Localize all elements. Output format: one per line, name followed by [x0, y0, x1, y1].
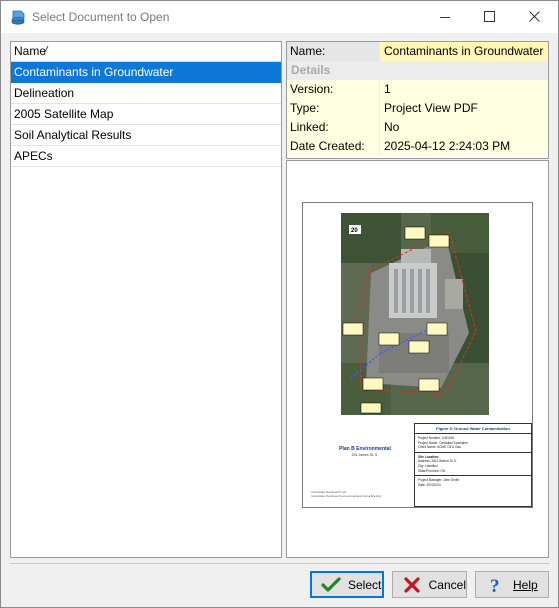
- aerial-map-image: 20: [341, 213, 489, 415]
- property-row-date-created[interactable]: Date Created: 2025-04-12 2:24:03 PM: [287, 137, 548, 156]
- cancel-button-label: Cancel: [428, 577, 466, 592]
- sort-indicator-icon: [43, 45, 49, 55]
- property-value: No: [384, 120, 400, 134]
- list-item[interactable]: APECs: [11, 146, 281, 167]
- select-button-label: Select: [348, 577, 382, 592]
- minimize-icon: [439, 16, 450, 18]
- help-button[interactable]: ? Help: [475, 571, 549, 598]
- property-value: 2025-04-12 2:24:03 PM: [384, 139, 511, 153]
- property-value: Project View PDF: [384, 101, 478, 115]
- app-icon: [10, 9, 26, 25]
- checkmark-icon: [320, 575, 342, 595]
- footer-divider: [10, 563, 549, 564]
- title-bar[interactable]: Select Document to Open: [1, 1, 558, 33]
- property-key: Type:: [287, 99, 380, 118]
- document-preview: 20 Plan B Environmental 201 James St, S.…: [286, 160, 549, 558]
- property-row-type[interactable]: Type: Project View PDF: [287, 99, 548, 118]
- maximize-icon: [484, 11, 495, 22]
- client-name: Client Name: ACME Oil & Gas: [418, 445, 461, 450]
- site-location-section: Site Location: Address: 2811 Barton St. …: [415, 453, 531, 477]
- close-icon: [529, 11, 540, 22]
- property-key: Version:: [287, 80, 380, 99]
- title-block: Figure 5: Ground Water Contamination Pro…: [414, 423, 532, 507]
- property-group-details[interactable]: Details: [287, 61, 548, 80]
- property-key: Linked:: [287, 118, 380, 137]
- help-button-label: Help: [513, 577, 538, 592]
- list-item[interactable]: Contaminants in Groundwater: [11, 62, 281, 83]
- select-document-dialog: Select Document to Open Name Contaminant…: [0, 0, 559, 608]
- property-value: 1: [384, 82, 391, 96]
- minimize-button[interactable]: [422, 1, 467, 32]
- firm-name: Plan B Environmental: [339, 446, 391, 452]
- name-column-label: Name: [14, 44, 47, 58]
- pdf-page-thumbnail: 20 Plan B Environmental 201 James St, S.…: [302, 202, 533, 508]
- property-row-version[interactable]: Version: 1: [287, 80, 548, 99]
- property-key: Date Created:: [287, 137, 380, 156]
- maximize-button[interactable]: [467, 1, 512, 32]
- legend-line: Groundwater Results ■ 0.5 exceeds regula…: [311, 495, 382, 498]
- project-info-section: Project Number: CAD106 Project Name: Can…: [415, 434, 531, 453]
- firm-address: 201 James St, S.: [351, 453, 379, 457]
- list-item[interactable]: 2005 Satellite Map: [11, 104, 281, 125]
- map-number-label: 20: [351, 228, 358, 234]
- close-button[interactable]: [512, 1, 557, 32]
- help-question-icon: ?: [485, 575, 507, 595]
- property-key: Name:: [287, 42, 380, 61]
- property-value: Contaminants in Groundwater: [384, 44, 544, 58]
- manager-section: Project Manager: John Smith Date: 2023/2…: [415, 476, 531, 489]
- window-title: Select Document to Open: [32, 10, 170, 24]
- cancel-button[interactable]: Cancel: [392, 571, 467, 598]
- legend-line: Groundwater Results ■ 0.5 ug/L: [311, 491, 347, 494]
- list-item[interactable]: Delineation: [11, 83, 281, 104]
- properties-grid[interactable]: Name: Contaminants in Groundwater Detail…: [286, 41, 549, 159]
- site-state: State/Province: ON: [418, 468, 446, 473]
- property-row-name[interactable]: Name: Contaminants in Groundwater: [287, 42, 548, 61]
- select-button[interactable]: Select: [310, 571, 384, 598]
- document-list[interactable]: Name Contaminants in Groundwater Delinea…: [10, 41, 282, 558]
- name-column-header[interactable]: Name: [11, 42, 281, 62]
- svg-text:?: ?: [490, 576, 500, 595]
- property-row-linked[interactable]: Linked: No: [287, 118, 548, 137]
- list-item[interactable]: Soil Analytical Results: [11, 125, 281, 146]
- figure-title: Figure 5: Ground Water Contamination: [415, 424, 531, 434]
- project-date: Date: 2023/2/24: [418, 482, 441, 487]
- cancel-x-icon: [402, 575, 423, 595]
